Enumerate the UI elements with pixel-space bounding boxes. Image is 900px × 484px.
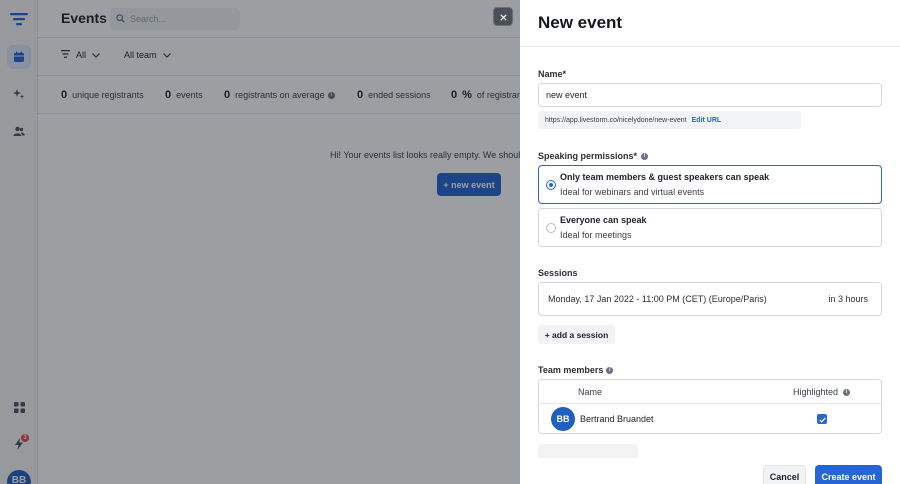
session-row[interactable]: Monday, 17 Jan 2022 - 11:00 PM (CET) (Eu… bbox=[538, 282, 882, 316]
avatar: BB bbox=[551, 407, 575, 431]
close-panel-button[interactable] bbox=[493, 7, 513, 26]
add-team-member-button[interactable] bbox=[538, 444, 638, 458]
panel-title: New event bbox=[538, 13, 623, 32]
info-icon[interactable]: i bbox=[606, 366, 614, 374]
check-icon bbox=[818, 410, 826, 428]
table-header: Name Highlighted i bbox=[539, 380, 881, 404]
edit-url-link[interactable]: Edit URL bbox=[692, 117, 722, 124]
speaking-option-desc: Ideal for meetings bbox=[560, 230, 632, 240]
add-session-button[interactable]: + add a session bbox=[538, 325, 615, 344]
name-label: Name* bbox=[538, 69, 567, 79]
speaking-option-title: Everyone can speak bbox=[560, 215, 647, 225]
panel-header: New event bbox=[520, 0, 900, 47]
team-members-label: Team members i bbox=[538, 365, 614, 375]
radio-selected[interactable] bbox=[546, 180, 556, 190]
team-members-table: Name Highlighted i BB Bertrand Bruandet bbox=[538, 379, 882, 434]
speaking-option-everyone[interactable]: Everyone can speak Ideal for meetings bbox=[538, 208, 882, 247]
close-icon bbox=[499, 8, 507, 26]
session-date: Monday, 17 Jan 2022 - 11:00 PM (CET) (Eu… bbox=[548, 294, 767, 304]
highlighted-checkbox[interactable] bbox=[817, 414, 827, 424]
info-icon[interactable]: i bbox=[641, 152, 649, 160]
create-event-button[interactable]: Create event bbox=[815, 465, 882, 484]
speaking-permissions-text: Speaking permissions* bbox=[538, 151, 638, 161]
event-url: https://app.livestorm.co/nicelydone/new-… bbox=[538, 111, 801, 129]
panel-footer: Cancel Create event bbox=[520, 458, 900, 484]
speaking-option-title: Only team members & guest speakers can s… bbox=[560, 172, 770, 182]
speaking-option-desc: Ideal for webinars and virtual events bbox=[560, 187, 705, 197]
event-url-text: https://app.livestorm.co/nicelydone/new-… bbox=[545, 116, 687, 124]
column-name: Name bbox=[578, 387, 603, 397]
sessions-label: Sessions bbox=[538, 268, 578, 278]
speaking-permissions-label: Speaking permissions* i bbox=[538, 151, 649, 161]
info-icon[interactable]: i bbox=[843, 388, 850, 396]
radio-unselected[interactable] bbox=[546, 223, 556, 233]
column-highlighted: Highlighted i bbox=[793, 387, 850, 397]
column-highlighted-label: Highlighted bbox=[792, 387, 838, 397]
team-members-text: Team members bbox=[538, 365, 604, 375]
event-name-input[interactable] bbox=[538, 83, 882, 107]
new-event-panel: New event Name* https://app.livestorm.co… bbox=[520, 0, 900, 484]
speaking-option-team[interactable]: Only team members & guest speakers can s… bbox=[538, 165, 882, 204]
session-relative-time: in 3 hours bbox=[828, 294, 868, 304]
cancel-button[interactable]: Cancel bbox=[763, 465, 806, 484]
member-name: Bertrand Bruandet bbox=[580, 414, 654, 424]
